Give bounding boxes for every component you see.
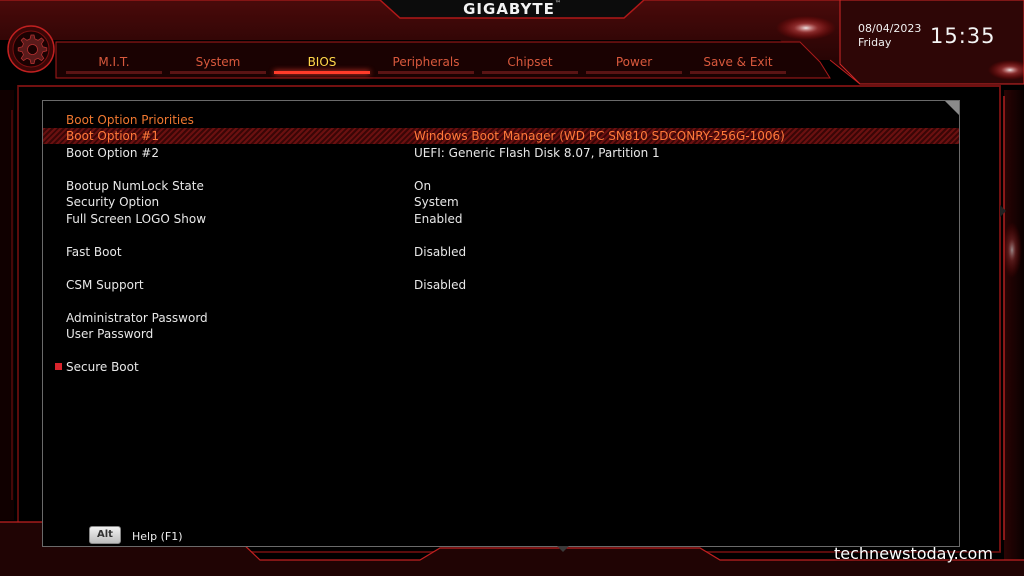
tab-mit[interactable]: M.I.T.: [66, 52, 162, 74]
setting-value[interactable]: System: [414, 194, 459, 210]
setting-label: Secure Boot: [66, 360, 139, 374]
clock-display: 15:35: [930, 24, 996, 48]
tab-label: Power: [615, 55, 653, 69]
setting-label: CSM Support: [66, 278, 144, 292]
setting-row-numlock[interactable]: Bootup NumLock State On: [43, 178, 959, 194]
tab-power[interactable]: Power: [586, 52, 682, 74]
brand-trademark: ™: [554, 0, 561, 7]
tab-label: System: [195, 55, 241, 69]
chevron-right-icon[interactable]: [1000, 205, 1006, 217]
tab-save-exit[interactable]: Save & Exit: [690, 52, 786, 74]
setting-label: Boot Option #2: [66, 146, 159, 160]
gigabyte-logo: GIGABYTE™: [432, 0, 592, 18]
tab-label: Chipset: [507, 55, 553, 69]
setting-row-secure-boot[interactable]: Secure Boot: [43, 359, 959, 375]
tab-label: Peripherals: [392, 55, 460, 69]
section-title: Boot Option Priorities: [66, 113, 194, 127]
setting-row-user-password[interactable]: User Password: [43, 326, 959, 342]
alt-key-icon[interactable]: Alt: [89, 526, 121, 544]
date-text: 08/04/2023: [858, 22, 922, 35]
setting-label: Full Screen LOGO Show: [66, 212, 207, 226]
setting-label: Administrator Password: [66, 311, 208, 325]
tab-system[interactable]: System: [170, 52, 266, 74]
setting-label: Fast Boot: [66, 245, 122, 259]
site-watermark: technewstoday.com: [834, 544, 993, 563]
tab-label: Save & Exit: [703, 55, 773, 69]
tab-label: BIOS: [307, 55, 337, 69]
setting-value[interactable]: UEFI: Generic Flash Disk 8.07, Partition…: [414, 145, 660, 161]
setting-label: Boot Option #1: [66, 129, 159, 143]
submenu-bullet-icon: [55, 363, 62, 370]
tab-peripherals[interactable]: Peripherals: [378, 52, 474, 74]
setting-row-logo-show[interactable]: Full Screen LOGO Show Enabled: [43, 211, 959, 227]
setting-label: Security Option: [66, 195, 160, 209]
setting-label: User Password: [66, 327, 154, 341]
setting-value[interactable]: Disabled: [414, 244, 466, 260]
day-text: Friday: [858, 36, 892, 49]
setting-value[interactable]: On: [414, 178, 431, 194]
setting-row-admin-password[interactable]: Administrator Password: [43, 310, 959, 326]
setting-row-boot-option-2[interactable]: Boot Option #2 UEFI: Generic Flash Disk …: [43, 145, 959, 161]
setting-value[interactable]: Windows Boot Manager (WD PC SN810 SDCQNR…: [414, 128, 785, 144]
setting-row-fast-boot[interactable]: Fast Boot Disabled: [43, 244, 959, 260]
setting-value[interactable]: Disabled: [414, 277, 466, 293]
brand-text: GIGABYTE: [463, 0, 555, 18]
tab-label: M.I.T.: [98, 55, 130, 69]
section-heading: Boot Option Priorities: [43, 112, 959, 128]
date-display: 08/04/2023 Friday: [858, 22, 921, 50]
chevron-down-icon[interactable]: [557, 546, 569, 552]
setting-value[interactable]: Enabled: [414, 211, 463, 227]
setting-label: Bootup NumLock State: [66, 179, 204, 193]
settings-panel: Boot Option Priorities Boot Option #1 Wi…: [42, 100, 960, 547]
setting-row-csm-support[interactable]: CSM Support Disabled: [43, 277, 959, 293]
setting-row-security-option[interactable]: Security Option System: [43, 194, 959, 210]
gear-icon[interactable]: [6, 24, 56, 74]
setting-row-boot-option-1[interactable]: Boot Option #1 Windows Boot Manager (WD …: [43, 128, 959, 144]
tab-bios[interactable]: BIOS: [274, 52, 370, 74]
tab-chipset[interactable]: Chipset: [482, 52, 578, 74]
help-hint[interactable]: Help (F1): [132, 530, 182, 543]
